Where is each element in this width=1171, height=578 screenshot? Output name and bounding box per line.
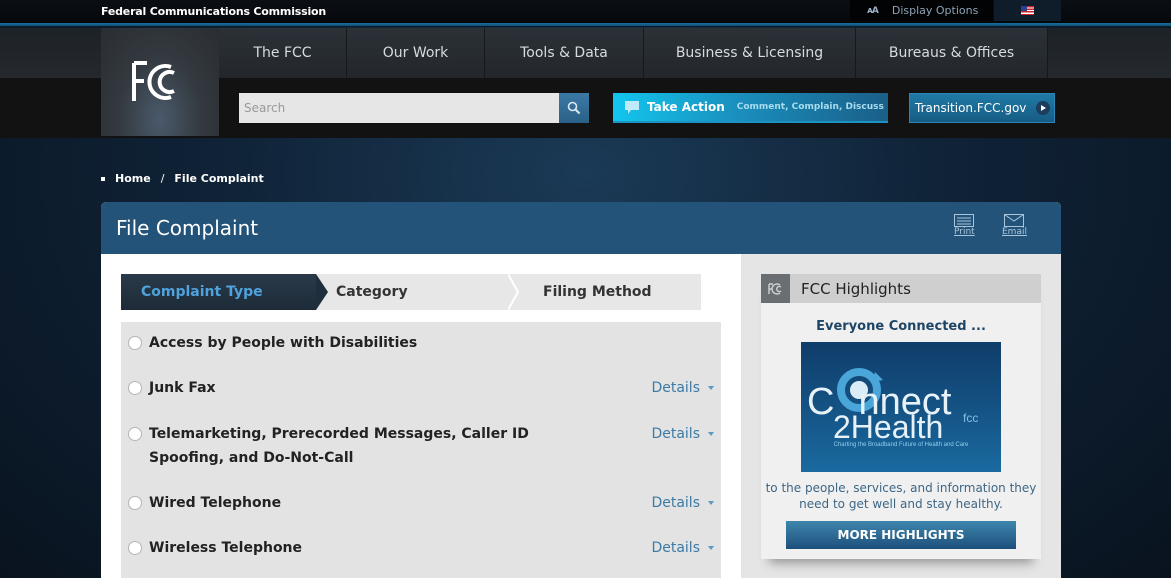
take-action-sublabel: Comment, Complain, Discuss bbox=[736, 102, 884, 112]
step-divider bbox=[508, 274, 520, 310]
radio-access-disabilities[interactable] bbox=[128, 336, 142, 350]
item-label: Telemarketing, Prerecorded Messages, Cal… bbox=[149, 426, 529, 466]
highlights-title: FCC Highlights bbox=[801, 279, 911, 298]
radio-telemarketing[interactable] bbox=[128, 427, 142, 441]
details-label: Details bbox=[651, 540, 700, 556]
svg-text:2Health: 2Health bbox=[833, 409, 943, 445]
breadcrumb: Home / File Complaint bbox=[101, 172, 264, 185]
highlights-description: to the people, services, and information… bbox=[765, 481, 1037, 511]
content-panel: File Complaint Print Email Complaint Typ… bbox=[101, 202, 1061, 578]
details-toggle[interactable]: Details bbox=[651, 536, 714, 560]
play-circle-icon bbox=[1036, 101, 1051, 115]
agency-name: Federal Communications Commission bbox=[101, 5, 327, 18]
breadcrumb-home[interactable]: Home bbox=[115, 172, 151, 185]
email-label: Email bbox=[1002, 227, 1027, 237]
page-title: File Complaint bbox=[116, 216, 259, 240]
search-button[interactable] bbox=[559, 93, 589, 123]
svg-text:Charting the Broadband Future: Charting the Broadband Future of Health … bbox=[834, 442, 969, 448]
fcc-highlights: FCC Highlights Everyone Connected ... Cn… bbox=[761, 274, 1041, 559]
transition-link[interactable]: Transition.FCC.gov bbox=[909, 93, 1055, 123]
step-label: Category bbox=[336, 284, 408, 300]
panel-header: File Complaint Print Email bbox=[101, 202, 1061, 254]
transition-label: Transition.FCC.gov bbox=[915, 101, 1027, 115]
step-complaint-type[interactable]: Complaint Type bbox=[121, 274, 328, 310]
breadcrumb-separator: / bbox=[160, 172, 165, 185]
highlights-subtitle: Everyone Connected ... bbox=[816, 319, 986, 334]
display-options-label: Display Options bbox=[891, 4, 979, 17]
fcc-mini-logo-icon bbox=[761, 274, 790, 303]
details-toggle[interactable]: Details bbox=[651, 376, 714, 400]
breadcrumb-current: File Complaint bbox=[174, 172, 264, 185]
text-size-icon: ᴀA bbox=[867, 5, 879, 16]
nav-our-work[interactable]: Our Work bbox=[347, 28, 485, 78]
list-item: Wireless Telephone Details bbox=[121, 536, 721, 560]
take-action-button[interactable]: Take Action Comment, Complain, Discuss bbox=[613, 93, 888, 123]
language-button[interactable] bbox=[994, 0, 1061, 21]
header-divider bbox=[0, 23, 1171, 27]
step-progress: Complaint Type Category Filing Method bbox=[121, 274, 701, 310]
list-item: Telemarketing, Prerecorded Messages, Cal… bbox=[121, 422, 721, 470]
main-nav: The FCC Our Work Tools & Data Business &… bbox=[219, 28, 1048, 78]
print-label: Print bbox=[954, 227, 975, 237]
connect2health-logo-icon: Cnnect 2Health fcc Charting the Broadban… bbox=[807, 368, 978, 448]
breadcrumb-bullet bbox=[101, 176, 105, 181]
speech-bubble-icon bbox=[625, 100, 639, 114]
complaint-type-list: Access by People with Disabilities Junk … bbox=[121, 322, 721, 578]
radio-wired-telephone[interactable] bbox=[128, 496, 142, 510]
details-toggle[interactable]: Details bbox=[651, 422, 714, 446]
radio-wireless-telephone[interactable] bbox=[128, 541, 142, 555]
item-label: Wired Telephone bbox=[149, 495, 282, 511]
caret-down-icon bbox=[708, 501, 714, 505]
fcc-logo[interactable] bbox=[101, 28, 219, 136]
step-filing-method[interactable]: Filing Method bbox=[510, 274, 701, 310]
nav-business-licensing[interactable]: Business & Licensing bbox=[644, 28, 856, 78]
complaint-form: Complaint Type Category Filing Method Ac… bbox=[101, 254, 741, 578]
search-input[interactable] bbox=[239, 93, 559, 123]
nav-the-fcc[interactable]: The FCC bbox=[219, 28, 347, 78]
email-icon bbox=[1004, 214, 1025, 227]
list-item: Wired Telephone Details bbox=[121, 491, 721, 515]
list-item: Junk Fax Details bbox=[121, 376, 721, 400]
step-arrow bbox=[316, 274, 328, 310]
step-label: Complaint Type bbox=[141, 284, 263, 300]
details-label: Details bbox=[651, 495, 700, 511]
step-category[interactable]: Category bbox=[316, 274, 520, 310]
utility-bar: Federal Communications Commission ᴀA Dis… bbox=[0, 0, 1171, 23]
details-toggle[interactable]: Details bbox=[651, 491, 714, 515]
print-icon bbox=[954, 214, 975, 227]
radio-junk-fax[interactable] bbox=[128, 381, 142, 395]
take-action-label: Take Action bbox=[647, 100, 725, 114]
caret-down-icon bbox=[708, 432, 714, 436]
sidebar: FCC Highlights Everyone Connected ... Cn… bbox=[741, 254, 1061, 578]
search-icon bbox=[567, 101, 581, 115]
details-label: Details bbox=[651, 380, 700, 396]
item-label: Junk Fax bbox=[149, 380, 216, 396]
nav-bureaus-offices[interactable]: Bureaus & Offices bbox=[856, 28, 1048, 78]
connect2health-banner[interactable]: Cnnect 2Health fcc Charting the Broadban… bbox=[801, 342, 1001, 472]
step-label: Filing Method bbox=[543, 284, 652, 300]
site-header: The FCC Our Work Tools & Data Business &… bbox=[0, 28, 1171, 138]
item-label: Access by People with Disabilities bbox=[149, 335, 418, 351]
fcc-logo-icon bbox=[132, 61, 175, 101]
print-button[interactable]: Print bbox=[954, 214, 975, 237]
display-options-button[interactable]: ᴀA Display Options bbox=[850, 0, 993, 21]
svg-text:fcc: fcc bbox=[963, 411, 978, 425]
item-label: Wireless Telephone bbox=[149, 540, 303, 556]
highlights-header: FCC Highlights bbox=[761, 274, 1041, 303]
more-highlights-button[interactable]: MORE HIGHLIGHTS bbox=[786, 521, 1016, 549]
email-button[interactable]: Email bbox=[1002, 214, 1027, 237]
us-flag-icon bbox=[1021, 6, 1034, 15]
nav-tools-data[interactable]: Tools & Data bbox=[485, 28, 644, 78]
list-item: Access by People with Disabilities bbox=[121, 331, 721, 355]
caret-down-icon bbox=[708, 546, 714, 550]
caret-down-icon bbox=[708, 386, 714, 390]
details-label: Details bbox=[651, 426, 700, 442]
